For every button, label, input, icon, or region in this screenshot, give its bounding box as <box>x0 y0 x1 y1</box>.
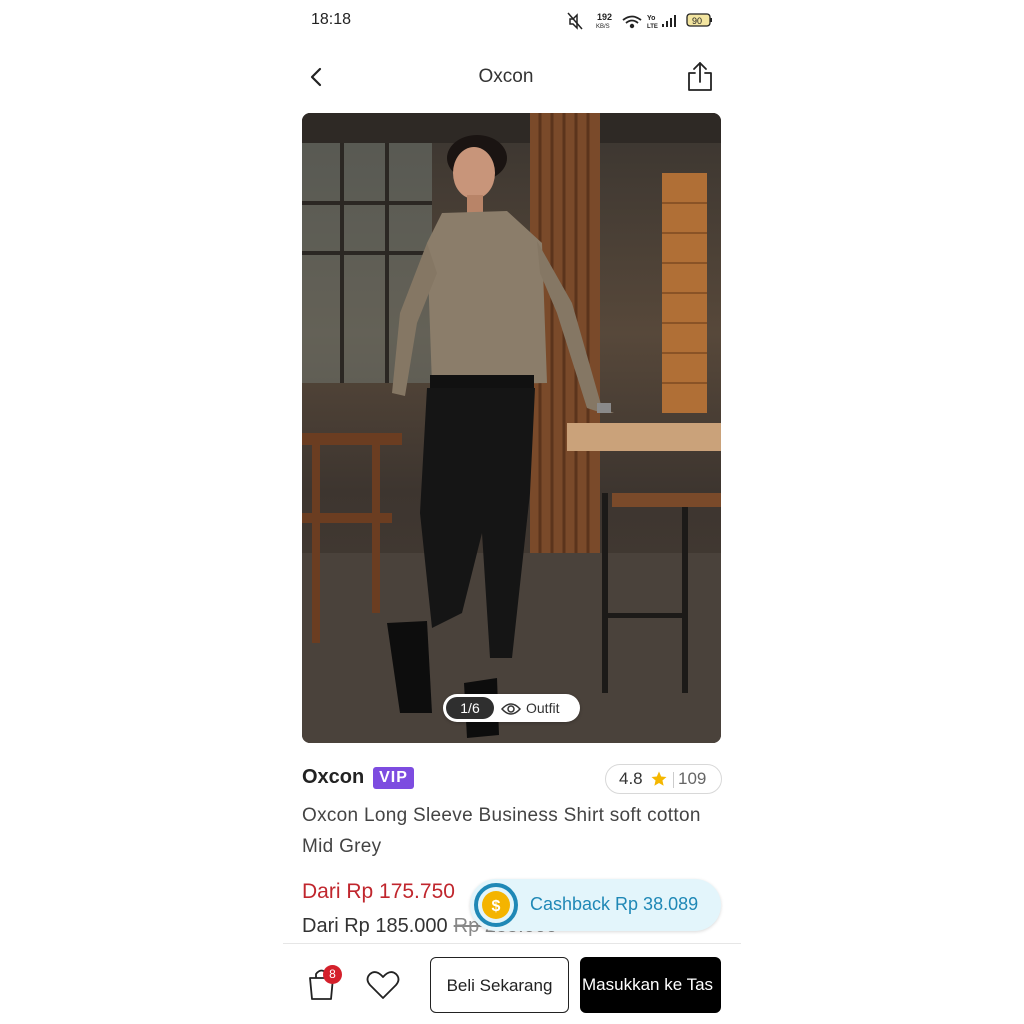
star-icon <box>651 771 667 786</box>
buy-now-button[interactable]: Beli Sekarang <box>430 957 569 1013</box>
page-title: Oxcon <box>478 66 534 87</box>
image-index: 1/6 <box>446 697 494 719</box>
product-title: Oxcon Long Sleeve Business Shirt soft co… <box>302 805 701 857</box>
coin-icon: $ <box>474 883 518 927</box>
wifi-icon <box>622 15 642 29</box>
status-time: 18:18 <box>311 11 352 28</box>
mute-icon <box>567 12 583 30</box>
rating-divider <box>673 772 674 788</box>
vip-badge: VIP <box>373 767 414 789</box>
rating-value: 4.8 <box>619 769 643 788</box>
chevron-left-icon <box>310 67 322 87</box>
rating-summary[interactable]: 4.8 109 <box>605 764 722 794</box>
share-icon <box>688 62 712 91</box>
network-unit: KB/S <box>596 24 610 30</box>
review-count: 109 <box>678 769 707 788</box>
battery-level: 90 <box>692 16 702 26</box>
share-button[interactable] <box>683 60 717 94</box>
svg-text:$: $ <box>492 898 501 915</box>
cashback-banner[interactable]: $ Cashback Rp 38.089 <box>470 879 721 931</box>
status-icons: 192 KB/S Yo LTE 90 <box>566 10 716 32</box>
outfit-button[interactable]: Outfit <box>500 694 560 722</box>
back-button[interactable] <box>302 62 332 92</box>
cart-count-badge: 8 <box>323 965 342 984</box>
bottom-divider <box>283 943 741 944</box>
outfit-label: Outfit <box>526 700 560 716</box>
product-photo <box>302 113 721 743</box>
add-to-cart-button[interactable]: Masukkan ke Tas <box>580 957 721 1013</box>
volte-bottom: LTE <box>647 24 658 30</box>
image-counter: 1/6 Outfit <box>443 694 580 722</box>
battery-icon: 90 <box>686 13 712 27</box>
brand-name[interactable]: Oxcon <box>302 766 364 789</box>
product-image[interactable] <box>302 113 721 743</box>
signal-icon <box>662 15 676 27</box>
volte-top: Yo <box>647 15 655 22</box>
cashback-label: Cashback Rp 38.089 <box>530 894 699 914</box>
heart-icon <box>366 971 400 999</box>
eye-icon <box>500 703 522 716</box>
price-base-label: Dari Rp 185.000 <box>302 915 448 937</box>
price-current: Dari Rp 175.750 <box>302 880 455 903</box>
network-speed: 192 <box>597 12 612 22</box>
wishlist-button[interactable] <box>366 969 400 1001</box>
